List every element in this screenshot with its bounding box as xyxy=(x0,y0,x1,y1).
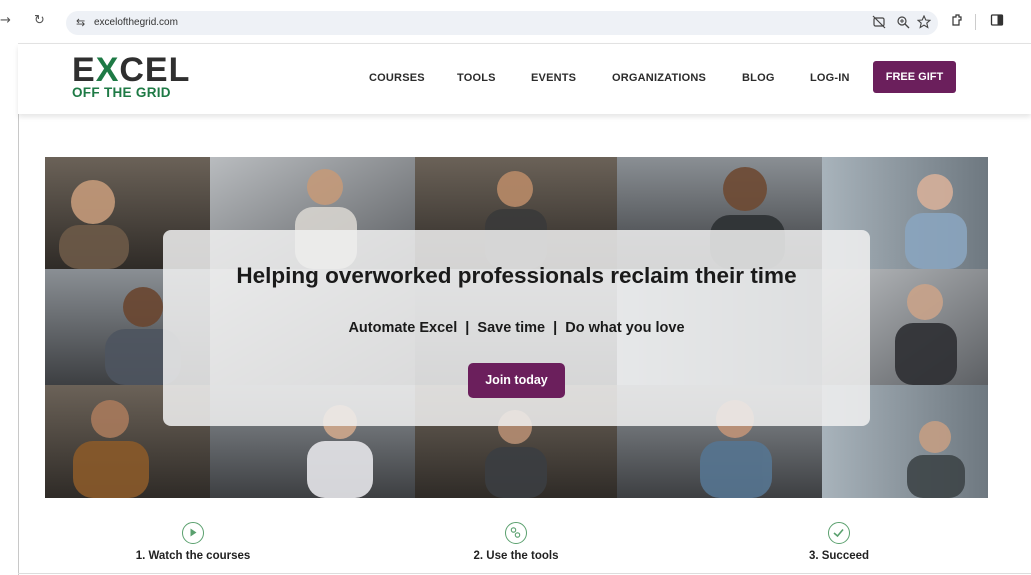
site-info-icon[interactable]: ⇆ xyxy=(76,16,85,29)
join-today-button[interactable]: Join today xyxy=(468,363,565,398)
address-bar[interactable]: ⇆ excelofthegrid.com xyxy=(66,11,938,35)
sidebar-icon[interactable] xyxy=(990,13,1004,31)
hero-card: Helping overworked professionals reclaim… xyxy=(163,230,870,426)
tools-icon xyxy=(505,522,527,544)
step-watch-courses[interactable]: 1. Watch the courses xyxy=(93,522,293,562)
step-succeed[interactable]: 3. Succeed xyxy=(739,522,939,562)
logo-tagline: OFF THE GRID xyxy=(72,85,171,100)
eye-off-icon[interactable] xyxy=(872,15,886,32)
check-icon xyxy=(828,522,850,544)
step-label: 2. Use the tools xyxy=(473,550,559,562)
hero-subtitle: Automate Excel | Save time | Do what you… xyxy=(348,320,685,336)
free-gift-button[interactable]: FREE GIFT xyxy=(873,61,956,93)
reload-icon[interactable]: ↻ xyxy=(34,13,45,28)
play-icon xyxy=(182,522,204,544)
browser-toolbar: → ↻ ⇆ excelofthegrid.com xyxy=(0,0,1031,44)
step-label: 3. Succeed xyxy=(808,550,870,562)
nav-tools[interactable]: TOOLS xyxy=(457,72,496,84)
star-icon[interactable] xyxy=(916,14,932,32)
forward-icon[interactable]: → xyxy=(0,13,11,28)
zoom-icon[interactable] xyxy=(896,15,910,32)
toolbar-separator xyxy=(975,14,976,30)
step-use-tools[interactable]: 2. Use the tools xyxy=(416,522,616,562)
hero-title: Helping overworked professionals reclaim… xyxy=(236,263,797,288)
nav-login[interactable]: LOG-IN xyxy=(810,72,850,84)
nav-events[interactable]: EVENTS xyxy=(531,72,576,84)
url-text[interactable]: excelofthegrid.com xyxy=(94,17,178,28)
logo-wordmark: EXCEL xyxy=(72,51,191,89)
nav-blog[interactable]: BLOG xyxy=(742,72,775,84)
site-header: EXCEL OFF THE GRID COURSES TOOLS EVENTS … xyxy=(18,44,1031,114)
extensions-icon[interactable] xyxy=(950,13,964,31)
step-label: 1. Watch the courses xyxy=(135,550,251,562)
nav-organizations[interactable]: ORGANIZATIONS xyxy=(612,72,706,84)
excel-off-the-grid-logo[interactable]: EXCEL OFF THE GRID xyxy=(72,53,189,105)
page-bottom-border xyxy=(18,573,1031,574)
nav-courses[interactable]: COURSES xyxy=(369,72,425,84)
